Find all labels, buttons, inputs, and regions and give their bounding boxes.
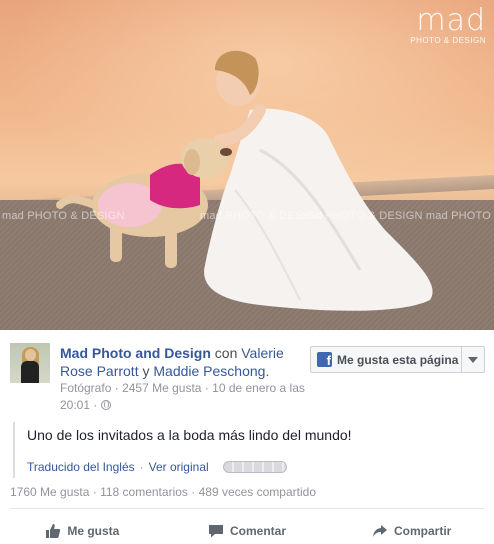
share-icon — [373, 525, 387, 537]
like-page-main[interactable]: f Me gusta esta página — [311, 347, 462, 372]
watermark-left: mad PHOTO & DESIGN — [2, 210, 125, 222]
period: . — [265, 363, 270, 379]
translated-from-link[interactable]: Traducido del Inglés — [27, 459, 135, 475]
page-likes: 2457 Me gusta — [122, 381, 202, 395]
post-actions: Me gusta Comentar Compartir — [0, 518, 494, 544]
post-author-line: Mad Photo and Design con Valerie Rose Pa… — [60, 344, 296, 380]
globe-icon[interactable] — [100, 400, 111, 410]
see-original-link[interactable]: Ver original — [149, 459, 209, 475]
post-text-block: Uno de los invitados a la boda más lindo… — [13, 422, 483, 478]
facebook-icon: f — [317, 352, 332, 367]
logo-wordmark: mad — [416, 3, 486, 38]
like-button[interactable]: Me gusta — [0, 518, 165, 544]
like-page-dropdown[interactable] — [462, 347, 484, 372]
like-page-label: Me gusta esta página — [337, 352, 459, 367]
page-avatar[interactable] — [10, 343, 50, 383]
post-text: Uno de los invitados a la boda más lindo… — [27, 427, 352, 443]
share-count[interactable]: 489 veces compartido — [199, 485, 316, 499]
and-word: y — [142, 363, 150, 379]
with-word: con — [214, 345, 238, 361]
share-button[interactable]: Compartir — [329, 518, 494, 544]
post-photo[interactable]: mad PHOTO & DESIGN mad PHOTO & DESIGN ma… — [0, 0, 494, 330]
chevron-down-icon — [468, 356, 478, 363]
translation-bar: Traducido del Inglés · Ver original — [27, 459, 483, 475]
comment-button-label: Comentar — [230, 524, 287, 538]
logo-subtitle: PHOTO & DESIGN — [410, 36, 486, 45]
share-button-label: Compartir — [394, 524, 452, 538]
like-count[interactable]: 1760 Me gusta — [10, 485, 89, 499]
like-button-label: Me gusta — [67, 524, 120, 538]
like-page-button[interactable]: f Me gusta esta página — [310, 346, 485, 373]
post-stats: 1760 Me gusta · 118 comentarios · 489 ve… — [10, 485, 316, 499]
page-category: Fotógrafo — [60, 381, 112, 395]
bride-and-dog-illustration — [56, 50, 433, 311]
comment-icon — [209, 525, 223, 538]
comment-count[interactable]: 118 comentarios — [100, 485, 188, 499]
translation-rating-bar[interactable] — [222, 461, 287, 473]
author-link[interactable]: Mad Photo and Design — [60, 345, 211, 361]
watermark-right: mad PHOTO & DESIGN mad PHOTO & DESIGN — [300, 210, 494, 222]
comment-button[interactable]: Comentar — [165, 518, 330, 544]
brand-logo: mad PHOTO & DESIGN — [410, 3, 486, 46]
post-meta: Fotógrafo · 2457 Me gusta · 10 de enero … — [60, 381, 305, 412]
thumbs-up-icon — [46, 524, 61, 538]
divider — [10, 508, 484, 509]
tagged-user-2[interactable]: Maddie Peschong — [153, 363, 265, 379]
